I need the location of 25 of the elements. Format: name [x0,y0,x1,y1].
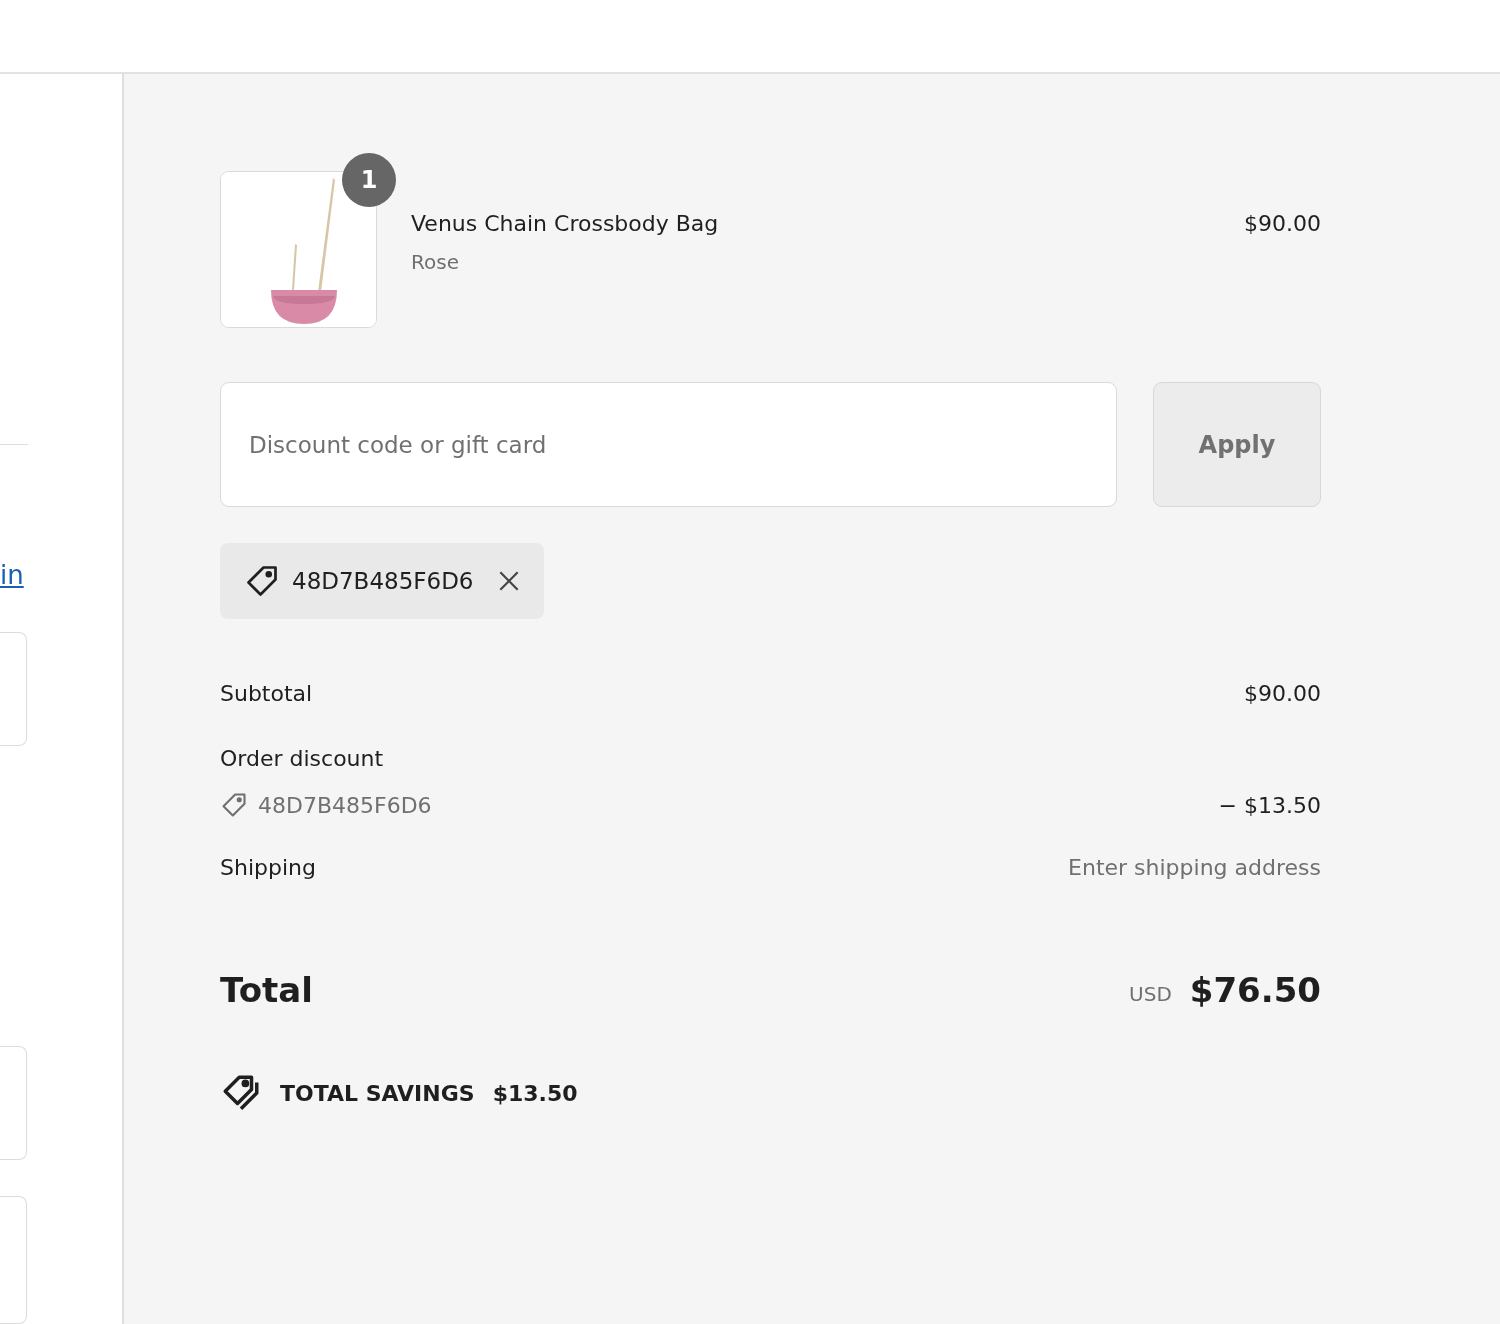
input-field[interactable] [0,631,27,746]
summary-label: Order discount [220,746,384,771]
product-variant: Rose [411,250,460,274]
summary-value: Enter shipping address [1068,855,1321,880]
link[interactable]: in [0,559,28,590]
product-price: $90.00 [1244,211,1321,236]
total-amount: $76.50 [1189,970,1321,1010]
quantity-badge: 1 [342,153,396,207]
total-label: Total [220,970,313,1010]
savings-amount: $13.50 [492,1080,578,1106]
input-field[interactable] [0,1045,27,1160]
discount-field[interactable]: Discount code or gift card [220,382,1117,507]
summary-value: $90.00 [1244,681,1321,706]
input-field[interactable] [0,1195,27,1324]
product-name: Venus Chain Crossbody Bag [411,211,720,236]
currency: USD [1129,982,1172,1006]
summary-value: − $13.50 [1218,792,1321,818]
tag-icon [220,791,248,819]
summary-label: Shipping [220,855,316,880]
summary-label: Subtotal [220,681,313,706]
savings-label: TOTAL SAVINGS [280,1080,475,1106]
discount-code: 48D7B485F6D6 [258,792,432,818]
tag-icon [244,563,280,599]
discount-code: 48D7B485F6D6 [292,568,474,594]
apply-button[interactable]: Apply [1153,382,1321,507]
